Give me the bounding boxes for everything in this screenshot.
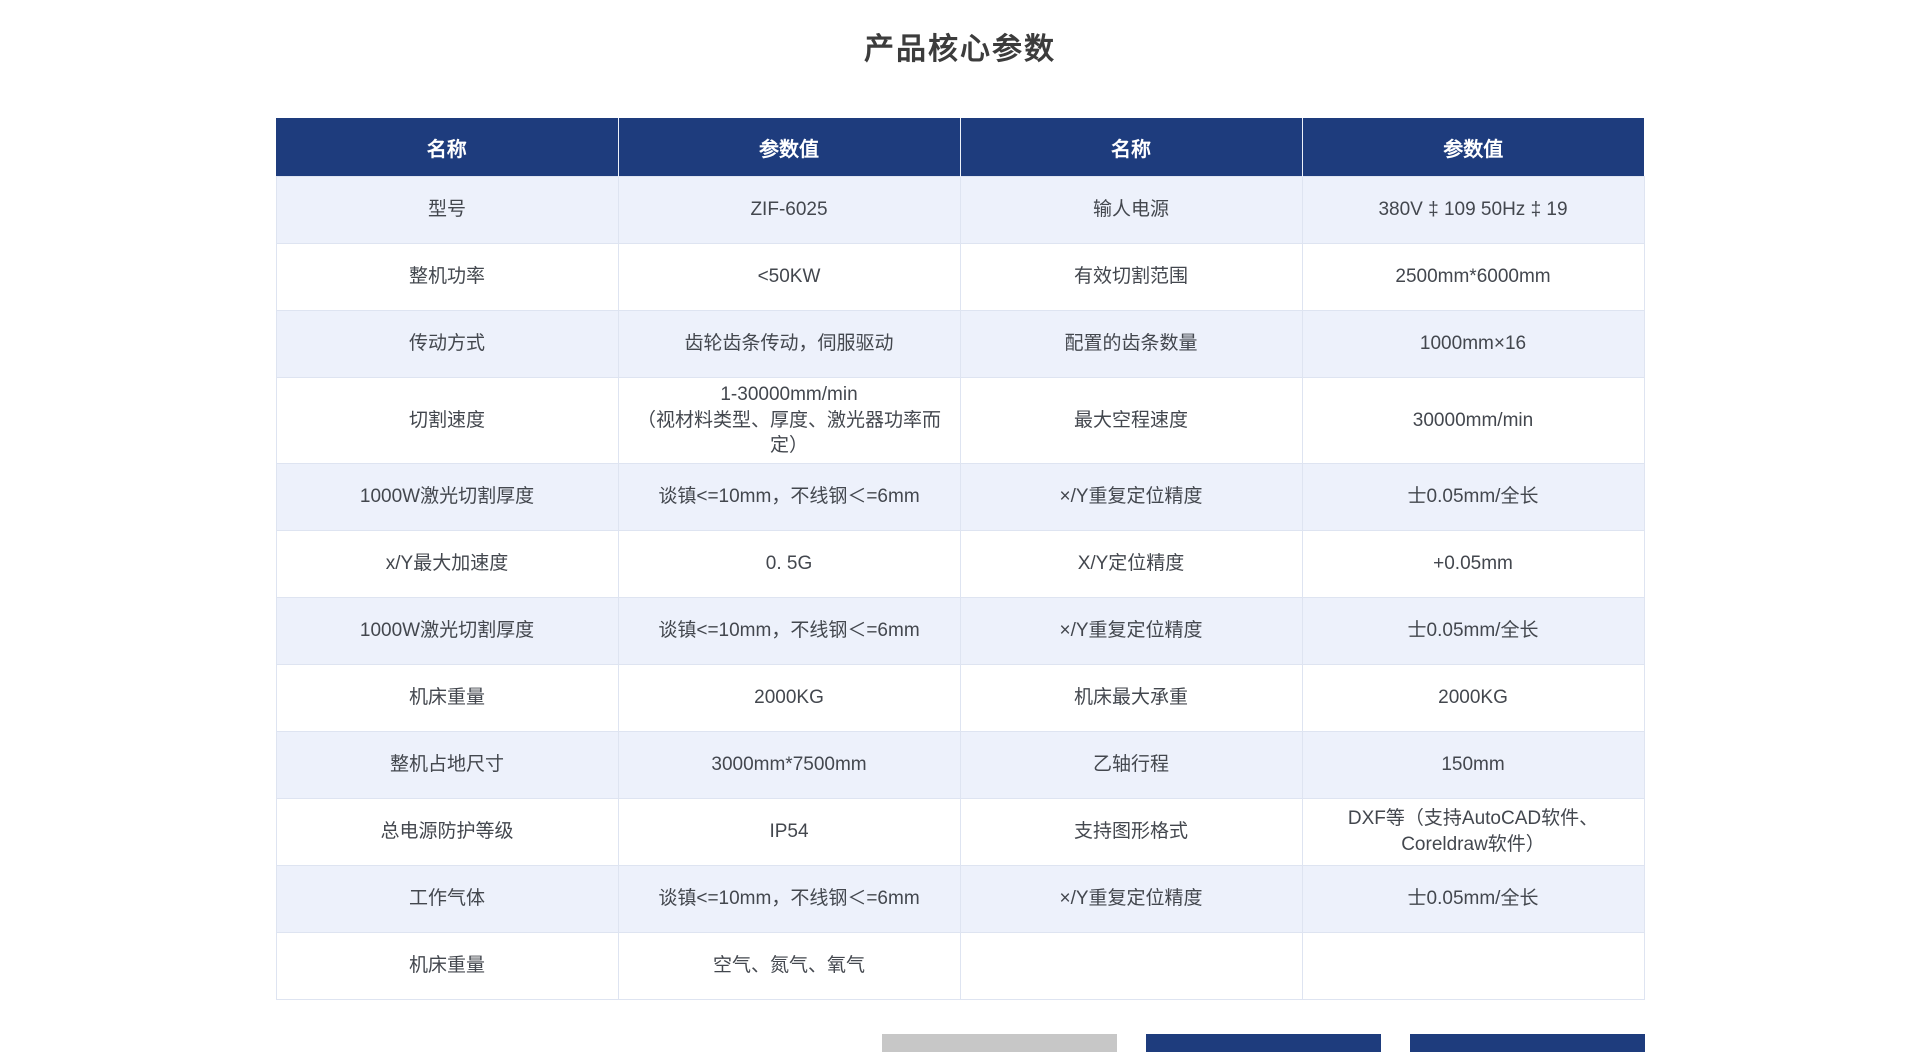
table-header-row: 名称参数值名称参数值 (276, 118, 1644, 177)
param-name-cell: 型号 (276, 177, 618, 244)
param-name-cell: 工作气体 (276, 865, 618, 932)
param-name-cell: 配置的齿条数量 (960, 311, 1302, 378)
table-header: 名称参数值名称参数值 (276, 118, 1644, 177)
param-value-cell: 2000KG (1302, 664, 1644, 731)
param-value-cell: 1000mm×16 (1302, 311, 1644, 378)
table-row: 传动方式齿轮齿条传动，伺服驱动配置的齿条数量1000mm×16 (276, 311, 1644, 378)
param-value-cell: DXF等（支持AutoCAD软件、 Coreldraw软件） (1302, 798, 1644, 865)
param-value-cell: 2000KG (618, 664, 960, 731)
table-header-cell: 参数值 (618, 118, 960, 177)
param-value-cell: ZIF-6025 (618, 177, 960, 244)
param-name-cell: 乙轴行程 (960, 731, 1302, 798)
param-value-cell: 2500mm*6000mm (1302, 244, 1644, 311)
param-value-cell: 30000mm/min (1302, 378, 1644, 464)
param-name-cell: ×/Y重复定位精度 (960, 463, 1302, 530)
contact-button-document[interactable]: 具体参数请点击 (1410, 1034, 1645, 1052)
param-value-cell: IP54 (618, 798, 960, 865)
table-row: 1000W激光切割厚度谈镇<=10mm，不线钢＜=6mm×/Y重复定位精度士0.… (276, 463, 1644, 530)
footer-bar: 个性化定制咨询热线：15307137360 具体参数请点击 (276, 1034, 1645, 1052)
param-value-cell: 0. 5G (618, 530, 960, 597)
contact-buttons: 具体参数请点击 具体参数请点击 (882, 1034, 1645, 1052)
param-value-cell: 150mm (1302, 731, 1644, 798)
param-name-cell: 切割速度 (276, 378, 618, 464)
param-value-cell: 士0.05mm/全长 (1302, 865, 1644, 932)
param-name-cell: 机床最大承重 (960, 664, 1302, 731)
param-value-cell: 空气、氮气、氧气 (618, 932, 960, 999)
table-row: 机床重量空气、氮气、氧气 (276, 932, 1644, 999)
param-value-cell: 谈镇<=10mm，不线钢＜=6mm (618, 597, 960, 664)
param-value-cell: <50KW (618, 244, 960, 311)
param-value-cell: 士0.05mm/全长 (1302, 597, 1644, 664)
param-value-cell: 1-30000mm/min （视材料类型、厚度、激光器功率而定） (618, 378, 960, 464)
table-row: 型号ZIF-6025输人电源380V ‡ 109 50Hz ‡ 19 (276, 177, 1644, 244)
table-row: 整机占地尺寸3000mm*7500mm乙轴行程150mm (276, 731, 1644, 798)
table-row: x/Y最大加速度0. 5GX/Y定位精度+0.05mm (276, 530, 1644, 597)
param-value-cell: 士0.05mm/全长 (1302, 463, 1644, 530)
param-name-cell: X/Y定位精度 (960, 530, 1302, 597)
contact-button-customer-service[interactable]: 具体参数请点击 (882, 1034, 1117, 1052)
table-body: 型号ZIF-6025输人电源380V ‡ 109 50Hz ‡ 19整机功率<5… (276, 177, 1644, 1000)
param-value-cell: 380V ‡ 109 50Hz ‡ 19 (1302, 177, 1644, 244)
table-row: 1000W激光切割厚度谈镇<=10mm，不线钢＜=6mm×/Y重复定位精度士0.… (276, 597, 1644, 664)
param-name-cell: 最大空程速度 (960, 378, 1302, 464)
param-name-cell: 整机占地尺寸 (276, 731, 618, 798)
table-header-cell: 名称 (276, 118, 618, 177)
param-value-cell: +0.05mm (1302, 530, 1644, 597)
product-parameters-page: 产品核心参数 名称参数值名称参数值 型号ZIF-6025输人电源380V ‡ 1… (0, 0, 1920, 1052)
table-row: 切割速度1-30000mm/min （视材料类型、厚度、激光器功率而定）最大空程… (276, 378, 1644, 464)
param-name-cell: 输人电源 (960, 177, 1302, 244)
param-value-cell: 3000mm*7500mm (618, 731, 960, 798)
param-name-cell: 1000W激光切割厚度 (276, 597, 618, 664)
table-header-cell: 名称 (960, 118, 1302, 177)
contact-button-phone[interactable]: 具体参数请点击 (1146, 1034, 1381, 1052)
param-name-cell: 机床重量 (276, 932, 618, 999)
table-row: 整机功率<50KW有效切割范围2500mm*6000mm (276, 244, 1644, 311)
table-row: 工作气体谈镇<=10mm，不线钢＜=6mm×/Y重复定位精度士0.05mm/全长 (276, 865, 1644, 932)
content-container: 名称参数值名称参数值 型号ZIF-6025输人电源380V ‡ 109 50Hz… (276, 118, 1645, 1052)
param-name-cell: ×/Y重复定位精度 (960, 865, 1302, 932)
param-name-cell: 机床重量 (276, 664, 618, 731)
page-title: 产品核心参数 (0, 0, 1920, 68)
param-name-cell (960, 932, 1302, 999)
parameters-table: 名称参数值名称参数值 型号ZIF-6025输人电源380V ‡ 109 50Hz… (276, 118, 1645, 1000)
param-name-cell: 支持图形格式 (960, 798, 1302, 865)
param-name-cell: ×/Y重复定位精度 (960, 597, 1302, 664)
param-value-cell: 谈镇<=10mm，不线钢＜=6mm (618, 865, 960, 932)
param-name-cell: 有效切割范围 (960, 244, 1302, 311)
table-header-cell: 参数值 (1302, 118, 1644, 177)
param-name-cell: 总电源防护等级 (276, 798, 618, 865)
param-value-cell: 谈镇<=10mm，不线钢＜=6mm (618, 463, 960, 530)
param-value-cell: 齿轮齿条传动，伺服驱动 (618, 311, 960, 378)
param-name-cell: 整机功率 (276, 244, 618, 311)
param-name-cell: 传动方式 (276, 311, 618, 378)
param-name-cell: 1000W激光切割厚度 (276, 463, 618, 530)
table-row: 总电源防护等级IP54支持图形格式DXF等（支持AutoCAD软件、 Corel… (276, 798, 1644, 865)
param-name-cell: x/Y最大加速度 (276, 530, 618, 597)
table-row: 机床重量2000KG机床最大承重2000KG (276, 664, 1644, 731)
param-value-cell (1302, 932, 1644, 999)
